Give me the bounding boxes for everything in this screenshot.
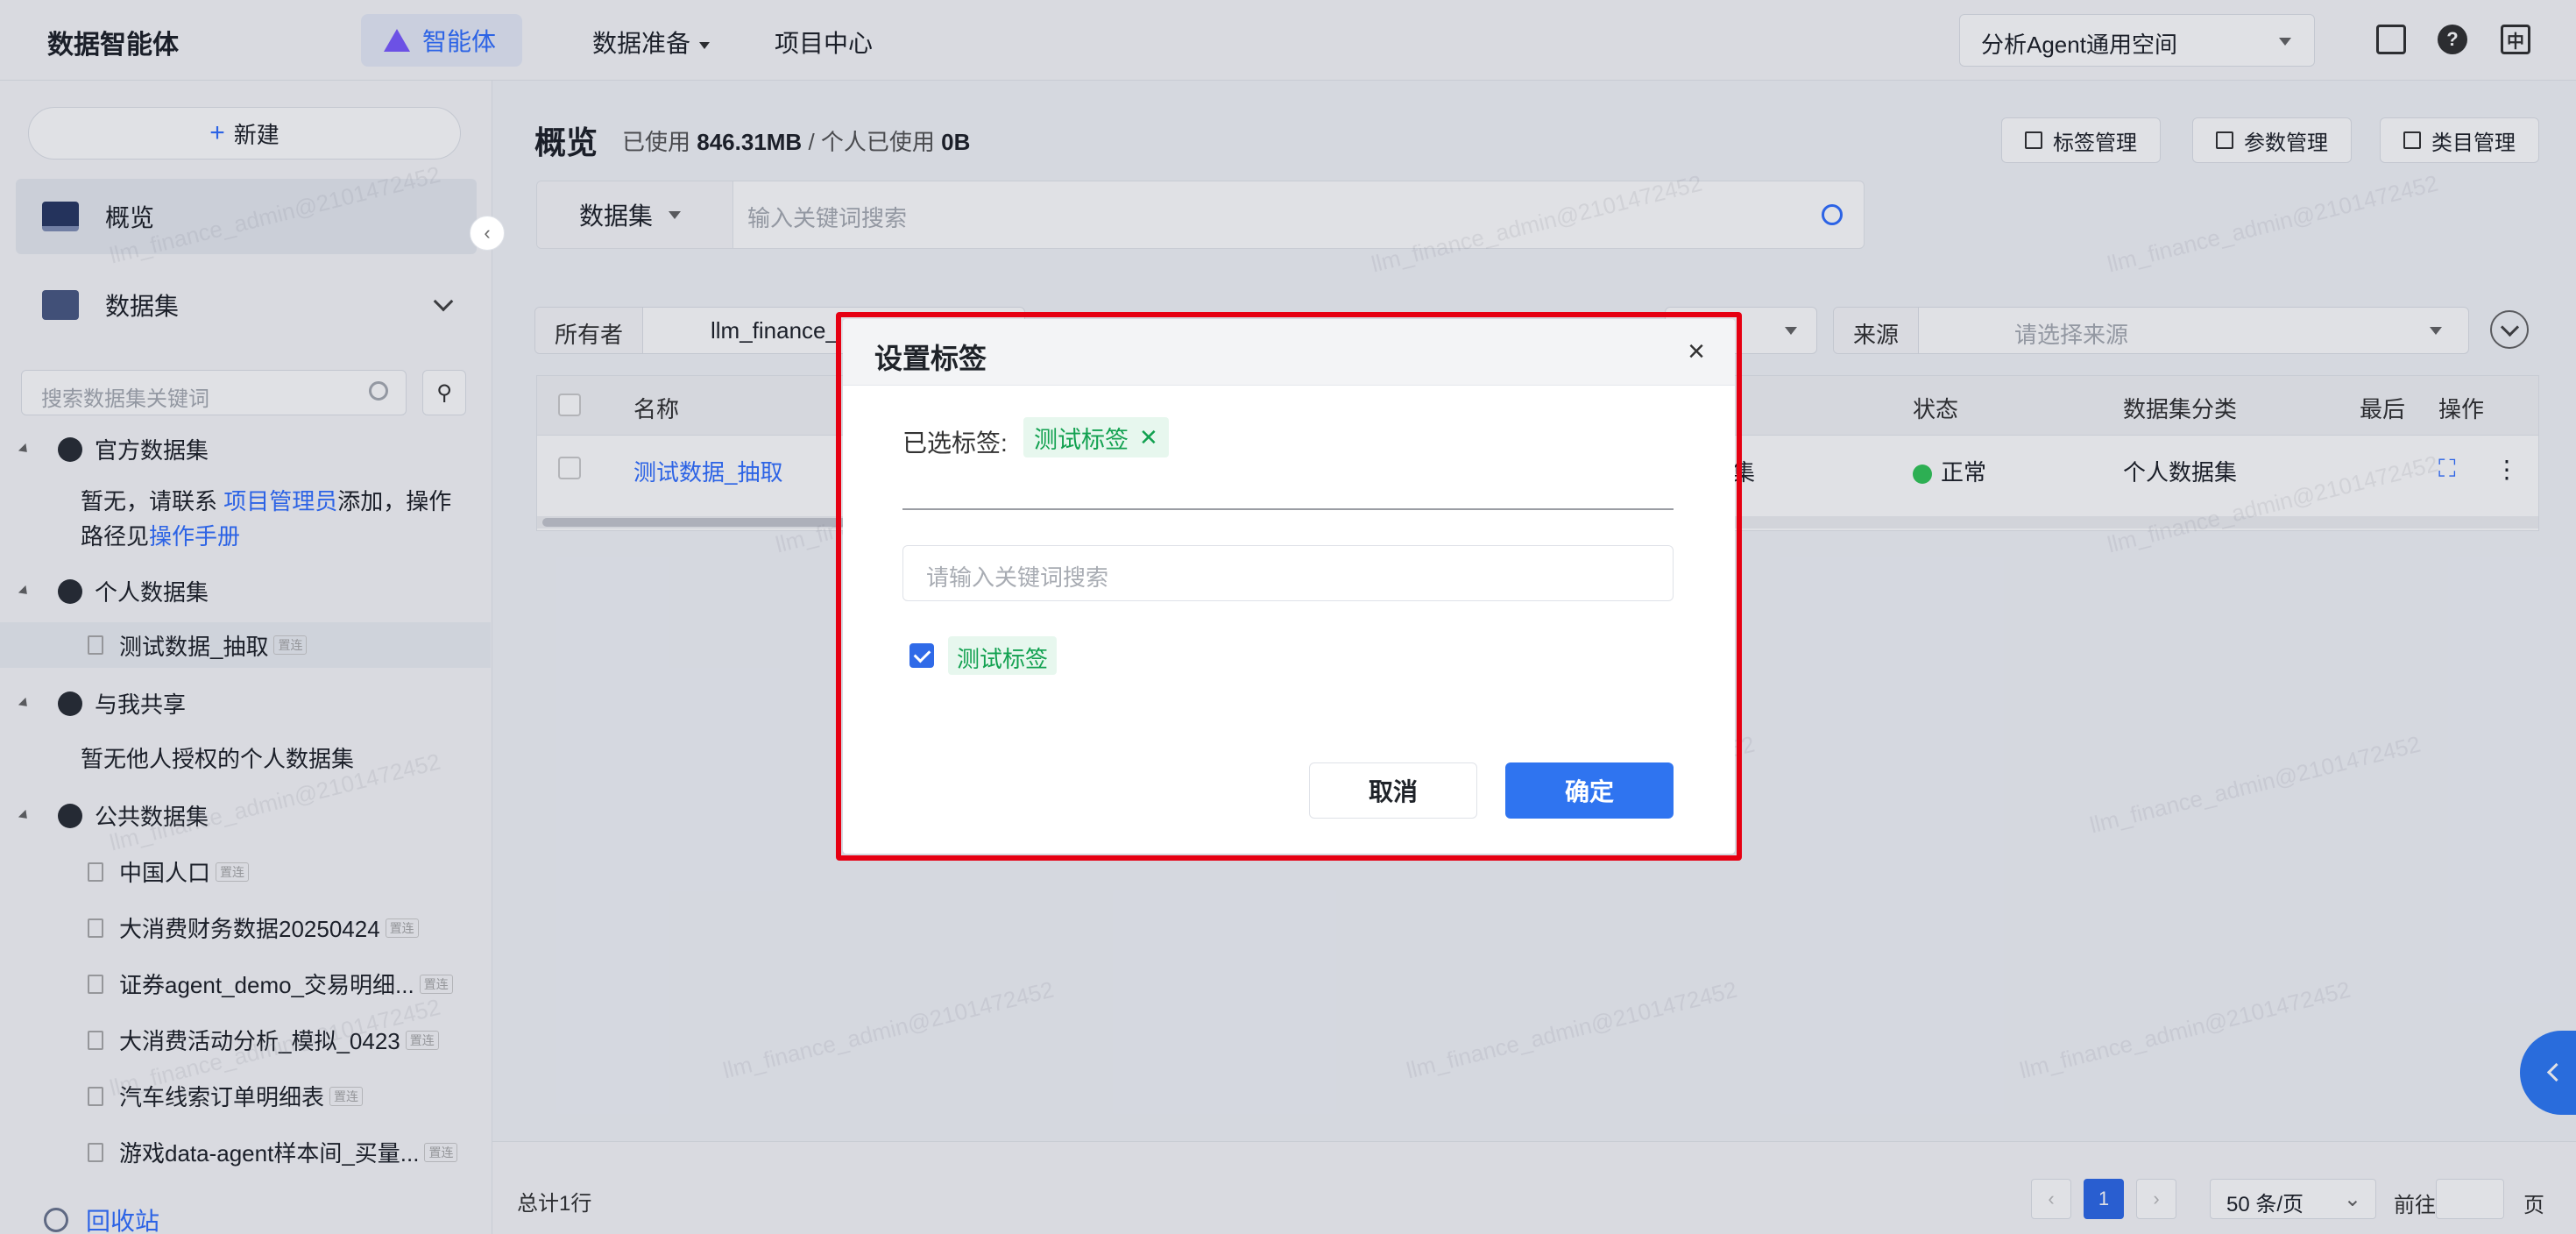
remove-tag-icon[interactable]: ✕ <box>1139 424 1158 451</box>
close-icon[interactable]: × <box>1688 335 1705 369</box>
tag-option[interactable]: 测试标签 <box>909 636 1058 675</box>
selected-tag-chip: 测试标签 ✕ <box>1023 417 1169 457</box>
cancel-button[interactable]: 取消 <box>1309 762 1477 819</box>
confirm-button[interactable]: 确定 <box>1505 762 1674 819</box>
set-tags-dialog: 设置标签 × 已选标签: 测试标签 ✕ 请输入关键词搜索 测试标签 取消 确定 <box>843 319 1735 854</box>
tag-option-checkbox[interactable] <box>909 643 934 668</box>
divider <box>902 508 1674 510</box>
tag-option-label: 测试标签 <box>948 636 1058 675</box>
selected-tag-text: 测试标签 <box>1034 426 1129 453</box>
collapse-sidebar-button[interactable]: ‹ <box>470 216 505 251</box>
dialog-header: 设置标签 × <box>843 319 1735 386</box>
selected-tags-label: 已选标签: <box>902 429 1008 457</box>
dialog-title: 设置标签 <box>874 343 987 374</box>
tag-search-input[interactable]: 请输入关键词搜索 <box>902 545 1674 601</box>
